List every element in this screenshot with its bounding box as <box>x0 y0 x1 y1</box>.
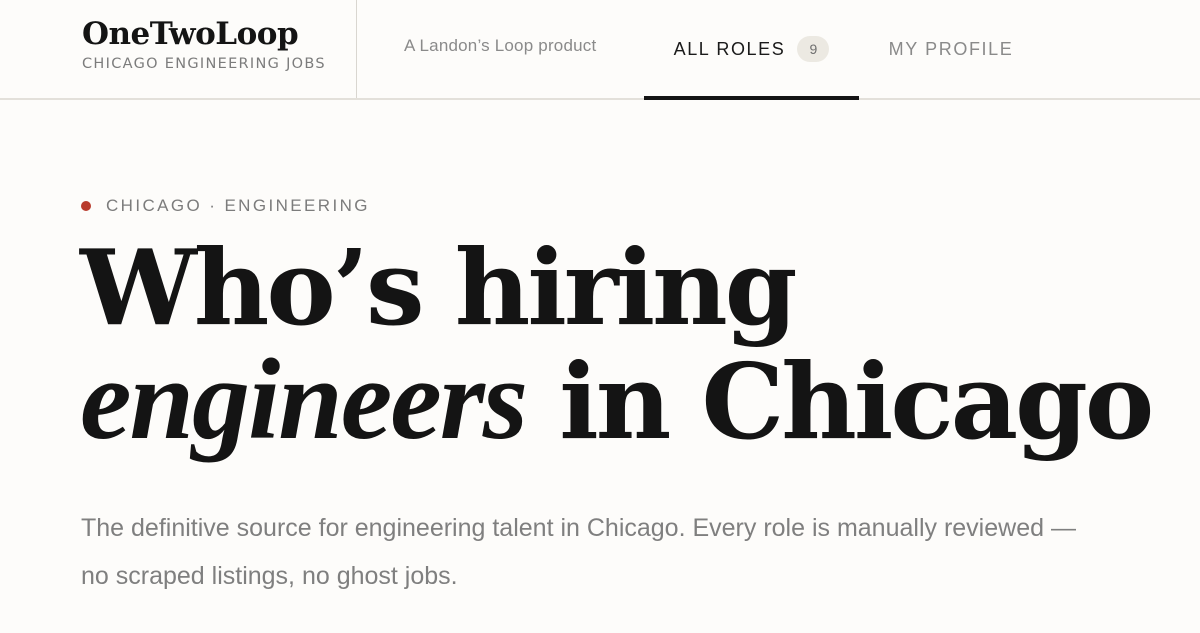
roles-count-badge: 9 <box>797 36 830 62</box>
product-tagline: A Landon’s Loop product <box>404 36 597 55</box>
tab-all-roles-label: ALL ROLES <box>673 38 786 59</box>
page-title-line-2: engineers in Chicago <box>80 342 1154 458</box>
brand[interactable]: OneTwoLoop CHICAGO ENGINEERING JOBS <box>82 14 326 72</box>
site-header: OneTwoLoop CHICAGO ENGINEERING JOBS A La… <box>0 0 1200 100</box>
page-title-line-1: Who’s hiring <box>80 226 798 349</box>
tab-my-profile-label: MY PROFILE <box>888 38 1014 59</box>
page-title-emphasis: engineers <box>80 336 528 464</box>
eyebrow-label: CHICAGO · ENGINEERING <box>106 196 370 215</box>
brand-subtitle: CHICAGO ENGINEERING JOBS <box>82 56 326 72</box>
tab-my-profile[interactable]: MY PROFILE <box>889 0 1012 98</box>
page-title-rest: in Chicago <box>526 340 1154 463</box>
intro-paragraph: The definitive source for engineering ta… <box>81 514 1076 590</box>
tab-all-roles[interactable]: ALL ROLES 9 <box>644 0 859 100</box>
page-title: Who’s hiring engineers in Chicago <box>80 226 1154 459</box>
eyebrow: CHICAGO · ENGINEERING <box>81 196 370 216</box>
brand-logo[interactable]: OneTwoLoop <box>82 14 326 54</box>
header-divider <box>356 0 357 98</box>
status-dot-icon <box>81 201 91 211</box>
